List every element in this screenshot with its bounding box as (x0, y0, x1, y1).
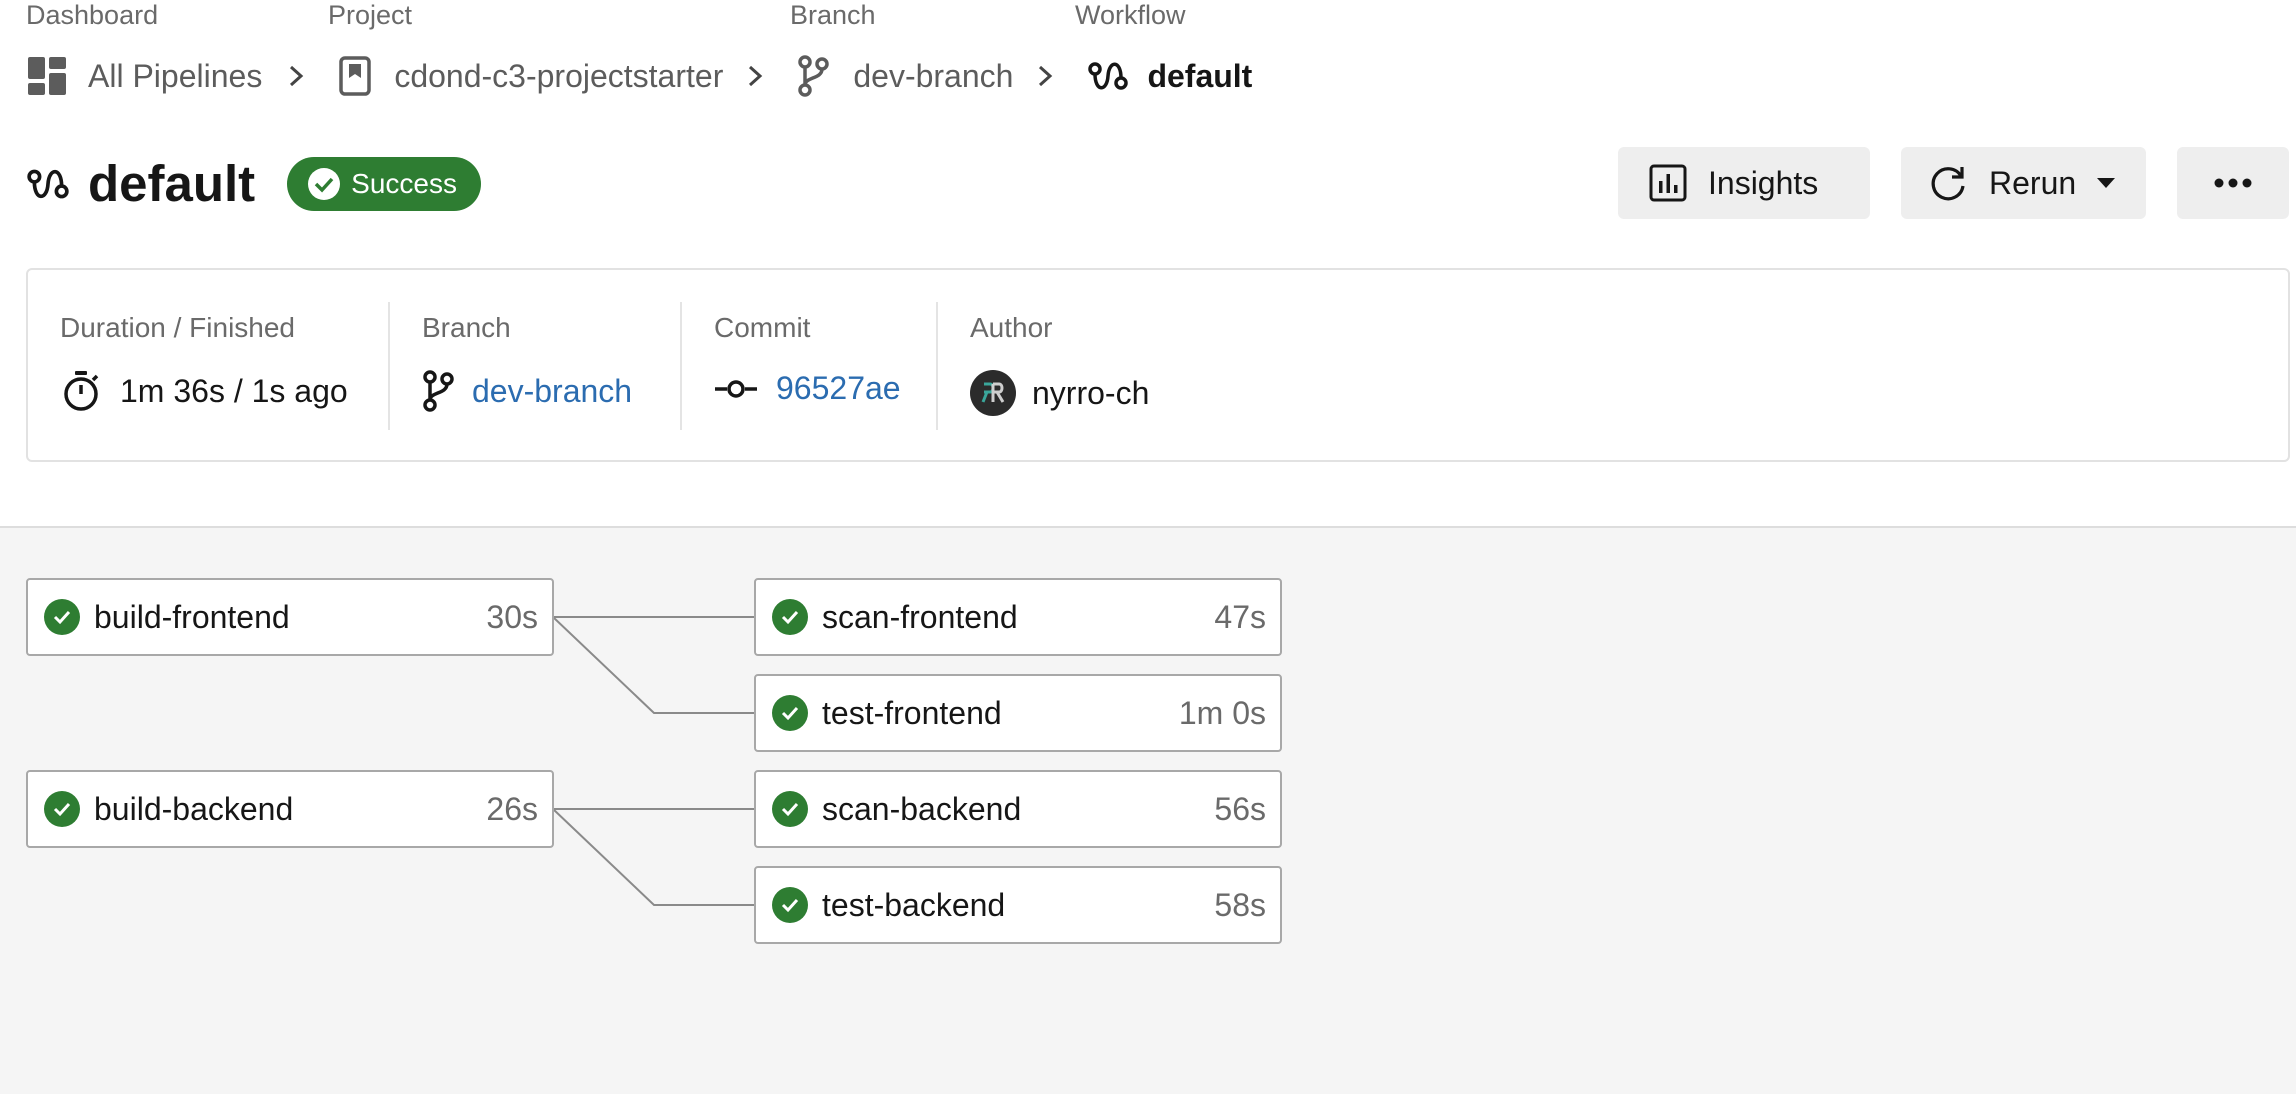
breadcrumb-label-branch: Branch (790, 0, 876, 30)
breadcrumb-project[interactable]: cdond-c3-projectstarter (338, 55, 723, 97)
job-name: test-backend (822, 886, 1006, 923)
project-icon (339, 56, 372, 96)
divider (680, 302, 682, 430)
commit-icon (715, 379, 757, 398)
duration-section: Duration / Finished 1m 36s / 1s ago (60, 312, 348, 412)
success-check-icon (772, 887, 808, 923)
refresh-icon (1931, 167, 1965, 201)
page-title: default (88, 155, 256, 212)
workflow-icon (1088, 62, 1129, 90)
commit-link[interactable]: 96527ae (776, 370, 901, 407)
job-build-frontend[interactable]: build-frontend 30s (26, 578, 554, 656)
job-duration: 56s (1214, 790, 1266, 827)
divider (388, 302, 390, 430)
chevron-right-icon (1039, 65, 1053, 87)
pipeline-graph: build-frontend 30s scan-frontend 47s tes… (0, 526, 2296, 1094)
breadcrumb-dashboard-text: All Pipelines (88, 58, 263, 94)
status-badge: Success (287, 157, 481, 211)
breadcrumb-workflow: default (1087, 56, 1252, 96)
success-check-icon (772, 599, 808, 635)
job-scan-frontend[interactable]: scan-frontend 47s (754, 578, 1282, 656)
breadcrumb-project-text: cdond-c3-projectstarter (394, 58, 724, 94)
job-test-frontend[interactable]: test-frontend 1m 0s (754, 674, 1282, 752)
insights-button-label: Insights (1708, 164, 1819, 201)
author-label: Author (970, 312, 1053, 343)
commit-label: Commit (714, 312, 811, 343)
job-scan-backend[interactable]: scan-backend 56s (754, 770, 1282, 848)
workflow-icon (27, 169, 69, 199)
timer-icon (64, 371, 99, 411)
success-check-icon (772, 695, 808, 731)
job-build-backend[interactable]: build-backend 26s (26, 770, 554, 848)
job-name: test-frontend (822, 694, 1002, 731)
duration-label: Duration / Finished (60, 312, 296, 343)
breadcrumb-label-dashboard: Dashboard (26, 0, 159, 30)
breadcrumb-branch-text: dev-branch (853, 58, 1014, 94)
insights-button[interactable]: Insights (1618, 147, 1870, 219)
success-check-icon (772, 791, 808, 827)
job-duration: 30s (486, 598, 538, 635)
success-check-icon (44, 791, 80, 827)
job-duration: 58s (1214, 886, 1266, 923)
job-duration: 26s (486, 790, 538, 827)
job-duration: 47s (1214, 598, 1266, 635)
branch-section: Branch dev-branch (422, 312, 632, 412)
status-badge-text: Success (351, 168, 457, 199)
breadcrumb: All Pipelines cdond-c3-projectstarter de… (26, 55, 1252, 97)
job-name: scan-frontend (822, 598, 1018, 635)
rerun-button-label: Rerun (1989, 164, 2077, 201)
breadcrumb-branch[interactable]: dev-branch (797, 55, 1013, 97)
success-check-icon (44, 599, 80, 635)
caret-down-icon (2097, 178, 2116, 188)
more-options-button[interactable] (2177, 147, 2289, 219)
breadcrumb-label-project: Project (328, 0, 413, 30)
divider (936, 302, 938, 430)
breadcrumb-workflow-text: default (1147, 58, 1253, 94)
job-test-backend[interactable]: test-backend 58s (754, 866, 1282, 944)
job-duration: 1m 0s (1178, 694, 1266, 731)
commit-section: Commit 96527ae (714, 312, 901, 407)
insights-icon (1649, 164, 1687, 202)
author-section: Author nyrro-ch (970, 312, 1149, 416)
author-name: nyrro-ch (1032, 374, 1150, 411)
job-name: build-frontend (94, 598, 290, 635)
chevron-right-icon (749, 65, 763, 87)
duration-value: 1m 36s / 1s ago (120, 372, 348, 409)
git-branch-icon (798, 55, 830, 97)
branch-link[interactable]: dev-branch (472, 373, 632, 410)
breadcrumb-all-pipelines[interactable]: All Pipelines (26, 55, 262, 97)
check-circle-icon (308, 168, 341, 200)
branch-label: Branch (422, 312, 511, 343)
more-horizontal-icon (2214, 178, 2252, 188)
git-branch-icon (423, 370, 454, 412)
rerun-button[interactable]: Rerun (1901, 147, 2146, 219)
dashboard-icon (28, 57, 66, 95)
avatar (970, 370, 1016, 416)
workflow-info-card: Duration / Finished 1m 36s / 1s ago Bran… (26, 268, 2290, 462)
chevron-right-icon (290, 65, 304, 87)
breadcrumb-label-workflow: Workflow (1075, 0, 1186, 30)
job-name: build-backend (94, 790, 294, 827)
job-name: scan-backend (822, 790, 1022, 827)
page-header: default Success (26, 154, 481, 214)
